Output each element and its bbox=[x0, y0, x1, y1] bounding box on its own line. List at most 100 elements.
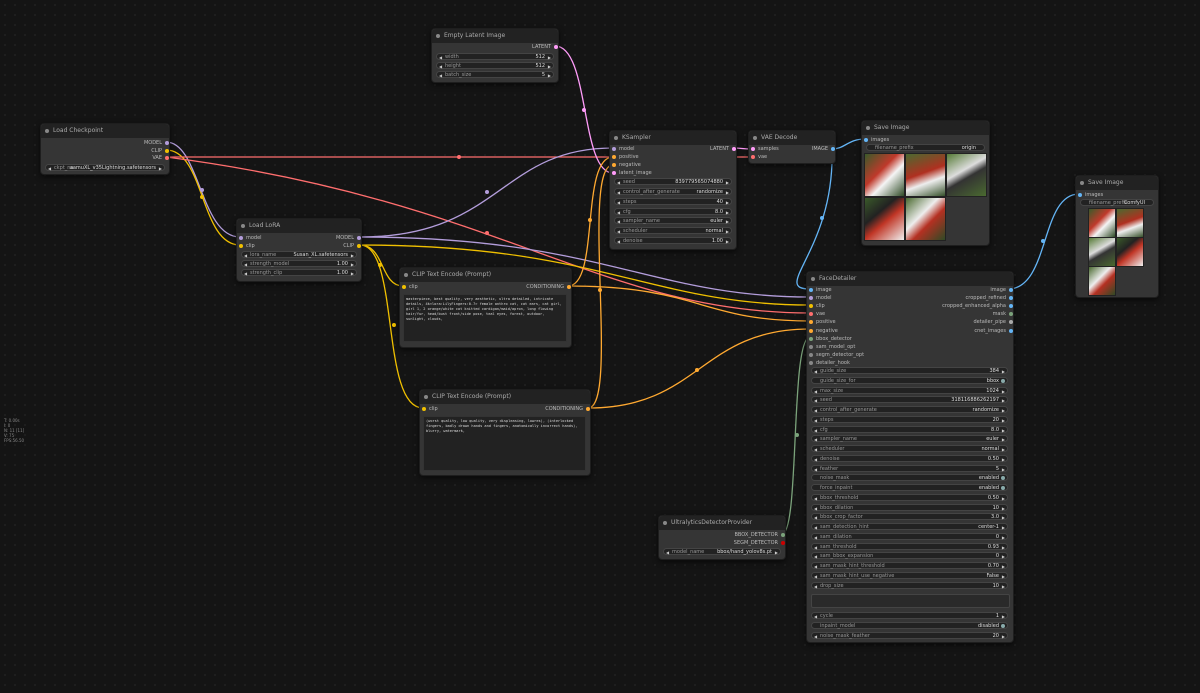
node-clip-text-encode-positive[interactable]: CLIP Text Encode (Prompt) clip CONDITION… bbox=[399, 267, 572, 348]
bbox-crop-factor-widget[interactable]: ◀ bbox_crop_factor 3.0 ▶ bbox=[811, 513, 1008, 521]
sampler-name-combo[interactable]: ◀ sampler_name euler ▶ bbox=[614, 217, 732, 224]
strength-model-widget[interactable]: ◀ strength_model 1.00 ▶ bbox=[241, 260, 357, 267]
input-samples[interactable]: samples bbox=[751, 145, 779, 153]
collapse-dot-icon[interactable] bbox=[424, 395, 428, 399]
scheduler-combo[interactable]: ◀ scheduler normal ▶ bbox=[614, 227, 732, 234]
node-face-detailer[interactable]: FaceDetailer image model clip vae positive ne… bbox=[806, 271, 1014, 643]
output-image-thumbnail[interactable] bbox=[1088, 266, 1116, 296]
input-clip[interactable]: clip bbox=[402, 283, 418, 291]
input-images[interactable]: images bbox=[1078, 191, 1103, 199]
node-save-image-origin[interactable]: Save Image images filename_prefix origin bbox=[861, 120, 990, 246]
output-cnet-images[interactable]: cnet_images bbox=[974, 327, 1013, 335]
cfg-widget[interactable]: ◀ cfg 8.0 ▶ bbox=[811, 425, 1008, 433]
denoise-widget[interactable]: ◀ denoise 1.00 ▶ bbox=[614, 237, 732, 244]
output-image-thumbnail[interactable] bbox=[905, 197, 946, 241]
output-detailer-pipe[interactable]: detailer_pipe bbox=[974, 318, 1013, 326]
node-save-image-comfyui[interactable]: Save Image images filename_prefix ComfyUI bbox=[1075, 175, 1159, 298]
cycle-widget[interactable]: ◀ cycle 1 ▶ bbox=[811, 612, 1008, 619]
input-images[interactable]: images bbox=[864, 136, 889, 144]
guide-size-widget[interactable]: ◀ guide_size 384 ▶ bbox=[811, 367, 1008, 374]
output-image-thumbnail[interactable] bbox=[1116, 208, 1144, 238]
drop-size-widget[interactable]: ◀ drop_size 10 ▶ bbox=[811, 581, 1008, 589]
steps-widget[interactable]: ◀ steps 40 ▶ bbox=[614, 198, 732, 205]
input-sam-model-opt[interactable]: sam_model_opt bbox=[809, 343, 855, 351]
height-widget[interactable]: ◀ height 512 ▶ bbox=[436, 62, 554, 69]
denoise-widget[interactable]: ◀ denoise 0.50 ▶ bbox=[811, 454, 1008, 462]
input-positive[interactable]: positive bbox=[612, 153, 639, 161]
output-cropped-refined[interactable]: cropped_refined bbox=[966, 294, 1013, 302]
output-clip[interactable]: CLIP bbox=[343, 242, 361, 250]
output-image[interactable]: IMAGE bbox=[812, 145, 835, 153]
collapse-dot-icon[interactable] bbox=[241, 224, 245, 228]
input-positive[interactable]: positive bbox=[809, 318, 836, 326]
node-title[interactable]: Save Image bbox=[1076, 176, 1158, 190]
node-title[interactable]: UltralyticsDetectorProvider bbox=[659, 516, 785, 530]
output-image-thumbnail[interactable] bbox=[946, 153, 987, 197]
output-image-thumbnail[interactable] bbox=[864, 153, 905, 197]
input-bbox-detector[interactable]: bbox_detector bbox=[809, 335, 852, 343]
output-model[interactable]: MODEL bbox=[336, 234, 361, 242]
steps-widget[interactable]: ◀ steps 20 ▶ bbox=[811, 415, 1008, 423]
max-size-widget[interactable]: ◀ max_size 1024 ▶ bbox=[811, 386, 1008, 394]
feather-widget[interactable]: ◀ feather 5 ▶ bbox=[811, 464, 1008, 472]
sam-bbox-expansion-widget[interactable]: ◀ sam_bbox_expansion 0 ▶ bbox=[811, 552, 1008, 560]
node-title[interactable]: Save Image bbox=[862, 121, 989, 135]
node-title[interactable]: Empty Latent Image bbox=[432, 29, 558, 43]
output-mask[interactable]: mask bbox=[993, 310, 1013, 318]
node-ksampler[interactable]: KSampler model positive negative latent_… bbox=[609, 130, 737, 250]
input-negative[interactable]: negative bbox=[809, 327, 838, 335]
width-widget[interactable]: ◀ width 512 ▶ bbox=[436, 53, 554, 60]
node-title[interactable]: CLIP Text Encode (Prompt) bbox=[420, 390, 590, 404]
filename-prefix-field[interactable]: filename_prefix ComfyUI bbox=[1080, 199, 1154, 206]
collapse-dot-icon[interactable] bbox=[614, 136, 618, 140]
collapse-dot-icon[interactable] bbox=[1080, 181, 1084, 185]
seed-widget[interactable]: ◀ seed 318116886262197 ▶ bbox=[811, 396, 1008, 404]
seed-widget[interactable]: ◀ seed 839779565074880 ▶ bbox=[614, 178, 732, 185]
node-title[interactable]: KSampler bbox=[610, 131, 736, 145]
output-segm-detector[interactable]: SEGM_DETECTOR bbox=[734, 539, 785, 547]
bbox-threshold-widget[interactable]: ◀ bbox_threshold 0.50 ▶ bbox=[811, 493, 1008, 501]
node-vae-decode[interactable]: VAE Decode samples vae IMAGE bbox=[748, 130, 836, 164]
node-title[interactable]: Load Checkpoint bbox=[41, 124, 169, 138]
collapse-dot-icon[interactable] bbox=[753, 136, 757, 140]
output-vae[interactable]: VAE bbox=[152, 154, 169, 162]
input-negative[interactable]: negative bbox=[612, 161, 641, 169]
collapse-dot-icon[interactable] bbox=[866, 126, 870, 130]
output-image-thumbnail[interactable] bbox=[1088, 208, 1116, 238]
sam-threshold-widget[interactable]: ◀ sam_threshold 0.93 ▶ bbox=[811, 542, 1008, 550]
input-clip[interactable]: clip bbox=[809, 302, 825, 310]
force-inpaint-toggle[interactable]: force_inpaint enabled bbox=[811, 484, 1008, 491]
output-image-thumbnail[interactable] bbox=[1088, 237, 1116, 267]
control-after-generate-widget[interactable]: ◀ control_after_generate randomize ▶ bbox=[811, 406, 1008, 413]
output-image-thumbnail[interactable] bbox=[1116, 237, 1144, 267]
collapse-dot-icon[interactable] bbox=[663, 521, 667, 525]
input-latent-image[interactable]: latent_image bbox=[612, 169, 652, 177]
control-after-generate-combo[interactable]: ◀ control_after_generate randomize ▶ bbox=[614, 188, 732, 195]
batch-size-widget[interactable]: ◀ batch_size 5 ▶ bbox=[436, 71, 554, 78]
output-conditioning[interactable]: CONDITIONING bbox=[545, 405, 590, 413]
sampler-name-widget[interactable]: ◀ sampler_name euler ▶ bbox=[811, 435, 1008, 443]
input-segm-detector-opt[interactable]: segm_detector_opt bbox=[809, 351, 864, 359]
input-model[interactable]: model bbox=[239, 234, 262, 242]
strength-clip-widget[interactable]: ◀ strength_clip 1.00 ▶ bbox=[241, 269, 357, 276]
collapse-dot-icon[interactable] bbox=[45, 129, 49, 133]
input-image[interactable]: image bbox=[809, 286, 832, 294]
output-image-thumbnail[interactable] bbox=[905, 153, 946, 197]
scheduler-widget[interactable]: ◀ scheduler normal ▶ bbox=[811, 445, 1008, 452]
node-load-checkpoint[interactable]: Load Checkpoint MODEL CLIP VAE ◀ ckpt_na a… bbox=[40, 123, 170, 175]
node-empty-latent-image[interactable]: Empty Latent Image LATENT ◀ width 512 ▶ ◀ he… bbox=[431, 28, 559, 83]
input-clip[interactable]: clip bbox=[422, 405, 438, 413]
node-title[interactable]: CLIP Text Encode (Prompt) bbox=[400, 268, 571, 282]
output-conditioning[interactable]: CONDITIONING bbox=[526, 283, 571, 291]
input-model[interactable]: model bbox=[612, 145, 635, 153]
prompt-textarea[interactable]: masterpiece, best quality, very aestheti… bbox=[403, 294, 567, 342]
output-model[interactable]: MODEL bbox=[144, 139, 169, 147]
sam-detection-hint-widget[interactable]: ◀ sam_detection_hint center-1 ▶ bbox=[811, 523, 1008, 530]
output-latent[interactable]: LATENT bbox=[710, 145, 736, 153]
collapse-dot-icon[interactable] bbox=[811, 277, 815, 281]
ckpt-name-combo[interactable]: ◀ ckpt_na aamuXL_v35Lightning.safetensors ▶ bbox=[45, 164, 165, 171]
lora-name-combo[interactable]: ◀ lora_name Susan_XL.safetensors ▶ bbox=[241, 251, 357, 258]
model-name-combo[interactable]: ◀ model_name bbox/hand_yolov8s.pt ▶ bbox=[663, 548, 781, 555]
noise-mask-feather-widget[interactable]: ◀ noise_mask_feather 20 ▶ bbox=[811, 631, 1008, 639]
output-bbox-detector[interactable]: BBOX_DETECTOR bbox=[735, 531, 785, 539]
